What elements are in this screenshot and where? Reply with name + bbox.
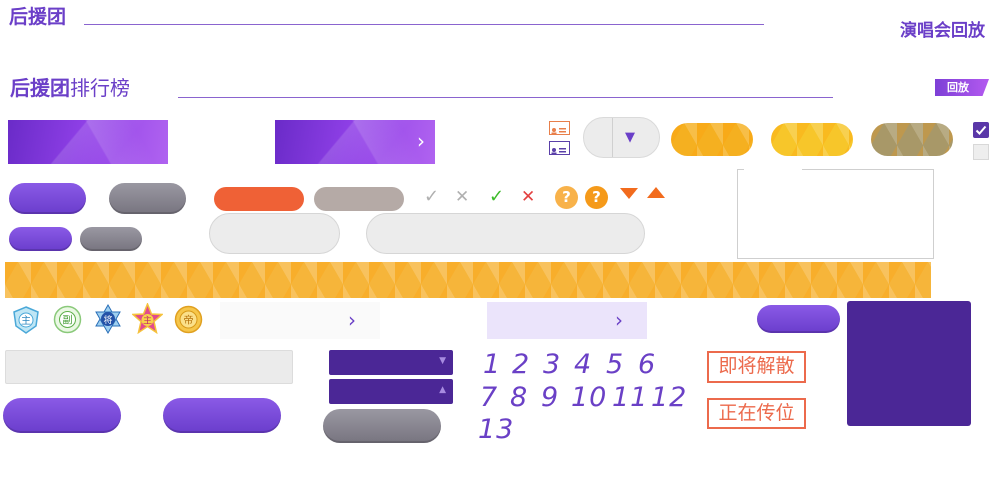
dropdown-pill[interactable]: ▼ [583, 117, 660, 158]
status-tag-dissolving: 即将解散 [707, 351, 806, 383]
badge-label: 副 [63, 315, 73, 327]
replay-tag[interactable]: 回放 [935, 79, 989, 96]
taupe-bar-button[interactable] [314, 187, 404, 211]
rounded-input-small[interactable] [209, 213, 340, 254]
ranking-underline [178, 97, 833, 98]
question-icon-light[interactable]: ? [555, 186, 578, 209]
ranking-title-rest: 排行榜 [70, 76, 130, 100]
number-10: 10 [571, 382, 608, 413]
panel-notch [744, 169, 802, 171]
caret-down-icon: ▼ [439, 356, 446, 366]
question-icon-dark[interactable]: ? [585, 186, 608, 209]
ranking-title-bold: 后援团 [10, 76, 70, 100]
star-of-david-badge-icon: 将 [95, 304, 121, 334]
gold-pill-button-light[interactable] [771, 123, 853, 156]
orange-bar-button[interactable] [214, 187, 304, 211]
number-9: 9 [541, 382, 560, 413]
rounded-input-large[interactable] [366, 213, 645, 254]
star-badge-icon: 主 [132, 303, 163, 334]
number-4: 4 [574, 349, 593, 380]
checkbox-checked[interactable] [973, 122, 989, 138]
ranking-title: 后援团排行榜 [10, 76, 130, 100]
number-7: 7 [480, 382, 499, 413]
select-expanded[interactable]: ▲ [329, 379, 453, 404]
green-check-icon: ✓ [489, 186, 505, 207]
list-row-white[interactable]: › [220, 302, 380, 339]
circle-badge-icon: 副 [53, 305, 82, 334]
red-cross-icon: ✕ [521, 187, 536, 207]
dark-purple-panel [847, 301, 971, 426]
small-purple-pill-button[interactable] [9, 227, 72, 251]
purple-banner-with-arrow[interactable]: › [275, 120, 435, 164]
gold-pill-button[interactable] [671, 123, 753, 156]
purple-pill-button-right[interactable] [757, 305, 840, 333]
purple-pill-button[interactable] [9, 183, 86, 214]
badge-label: 主 [21, 315, 31, 327]
dropdown-divider [612, 118, 613, 157]
caret-up-icon: ▲ [439, 385, 446, 395]
small-gray-pill-button[interactable] [80, 227, 142, 251]
badge-label: 将 [103, 315, 112, 326]
chevron-right-icon: › [417, 129, 425, 153]
gold-coin-badge-icon: 帝 [174, 305, 203, 334]
chevron-right-icon: › [615, 308, 623, 332]
gray-pill-button[interactable] [109, 183, 186, 214]
number-5: 5 [606, 349, 625, 380]
gray-check-icon: ✓ [424, 186, 440, 207]
gold-pill-button-disabled[interactable] [871, 123, 953, 156]
shield-badge-icon: 主 [13, 306, 39, 334]
text-input-field[interactable] [5, 350, 293, 384]
number-1: 1 [483, 349, 502, 380]
badge-label: 主 [143, 315, 152, 327]
gold-banner [5, 262, 931, 298]
number-11: 11 [612, 382, 649, 413]
page-title: 后援团 [9, 6, 67, 28]
gray-cross-icon: ✕ [455, 187, 470, 207]
badge-label: 帝 [184, 314, 194, 327]
caret-down-icon: ▼ [625, 130, 635, 145]
number-3: 3 [543, 349, 562, 380]
empty-panel [737, 169, 934, 259]
number-2: 2 [512, 349, 531, 380]
status-tag-transferring: 正在传位 [707, 398, 806, 429]
purple-wide-button-2[interactable] [163, 398, 281, 433]
gray-wide-button[interactable] [323, 409, 441, 443]
purple-banner [8, 120, 168, 164]
id-card-icon-orange [549, 121, 570, 135]
chevron-right-icon: › [348, 308, 356, 332]
list-row-lavender[interactable]: › [487, 302, 647, 339]
triangle-up-icon [647, 187, 665, 198]
concert-replay-link[interactable]: 演唱会回放 [900, 20, 985, 42]
select-collapsed[interactable]: ▼ [329, 350, 453, 375]
triangle-down-icon [620, 188, 638, 199]
number-13: 13 [478, 414, 515, 445]
number-6: 6 [638, 349, 657, 380]
number-12: 12 [651, 382, 688, 413]
number-8: 8 [510, 382, 529, 413]
checkbox-unchecked[interactable] [973, 144, 989, 160]
id-card-icon-purple [549, 141, 570, 155]
purple-wide-button[interactable] [3, 398, 121, 433]
title-underline [84, 24, 764, 25]
